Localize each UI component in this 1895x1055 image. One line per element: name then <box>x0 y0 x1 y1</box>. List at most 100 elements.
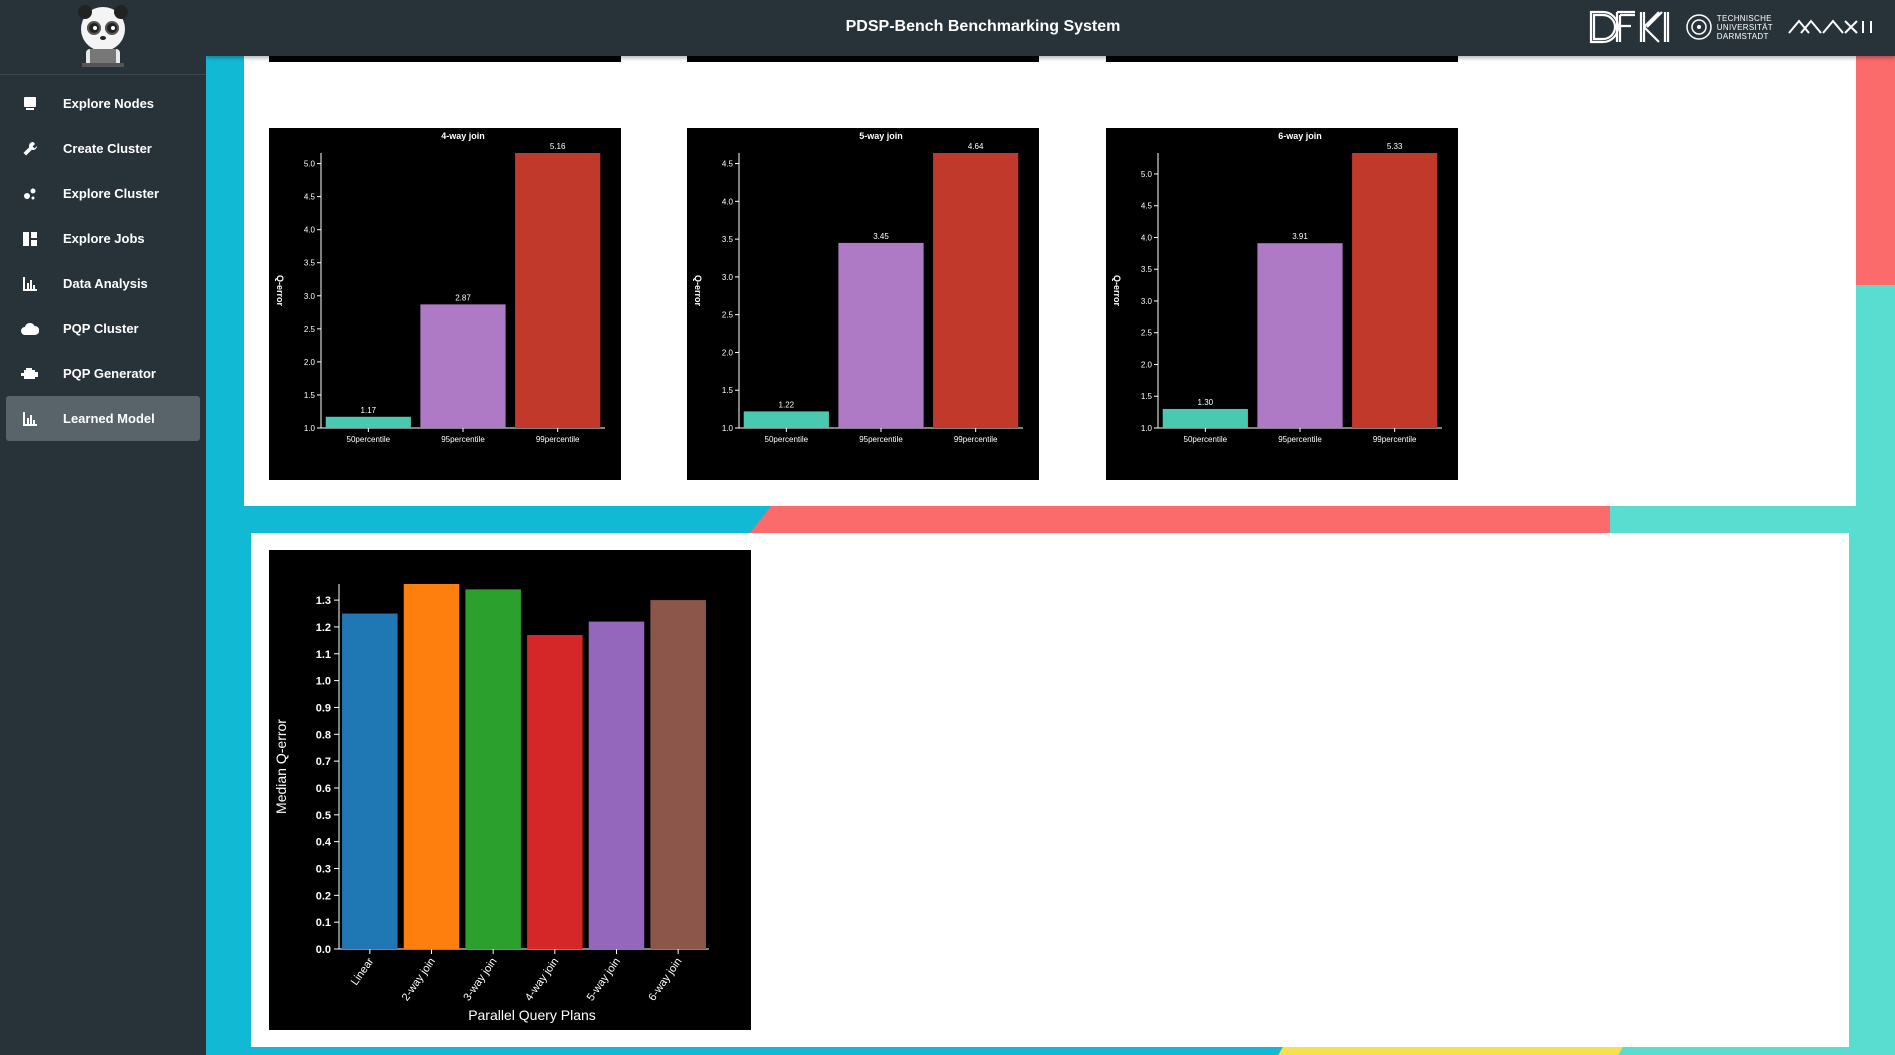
y-tick-label: 3.0 <box>1141 297 1153 306</box>
sidebar-item-label: Explore Jobs <box>63 231 145 246</box>
sidebar-item-label: Learned Model <box>63 411 155 426</box>
median-q-error-chart: 0.0 0.1 0.2 0.3 0.4 0.5 0.6 0.7 0.8 0.9 1.0 1.1 1.2 1… <box>269 550 751 1030</box>
bar <box>342 613 398 949</box>
median-chart-panel: 0.0 0.1 0.2 0.3 0.4 0.5 0.6 0.7 0.8 0.9 1.0 1.1 1.2 1… <box>251 533 1849 1047</box>
sidebar-item-pqp-generator[interactable]: PQP Generator <box>6 351 200 396</box>
chart-title: 6-way join <box>1278 131 1322 141</box>
y-tick-label: 1.5 <box>722 386 734 395</box>
cloud-icon <box>20 320 40 338</box>
bar <box>1257 243 1343 428</box>
bubbles-icon <box>20 185 40 203</box>
y-tick-label: 0.1 <box>316 917 331 929</box>
y-tick-label: 2.5 <box>722 311 734 320</box>
bar <box>650 600 706 949</box>
bar <box>743 411 829 428</box>
x-tick-label: 5-way join <box>585 956 623 1003</box>
bar-value-label: 1.17 <box>361 406 377 415</box>
y-tick-label: 2.0 <box>722 348 734 357</box>
x-tick-label: 50percentile <box>1184 435 1228 444</box>
x-tick-label: 6-way join <box>646 956 684 1003</box>
tu-text-line: UNIVERSITÄT <box>1716 22 1773 32</box>
y-tick-label: 1.1 <box>316 649 331 661</box>
tu-seal-icon <box>1686 14 1712 40</box>
bar-value-label: 2.87 <box>455 293 471 302</box>
bar <box>588 621 645 949</box>
sidebar-item-create-cluster[interactable]: Create Cluster <box>6 126 200 171</box>
bar-value-label: 1.30 <box>1198 398 1214 407</box>
bar <box>1352 153 1438 428</box>
sidebar-item-explore-jobs[interactable]: Explore Jobs <box>6 216 200 261</box>
sidebar-item-label: Create Cluster <box>63 141 152 156</box>
bar <box>325 416 411 428</box>
y-tick-label: 4.5 <box>722 160 734 169</box>
y-tick-label: 2.5 <box>1141 329 1153 338</box>
chart-6-way-join: 6-way join 1.0 1.5 2.0 2.5 3.0 3.5 4.0 4.5 5.0 Q-e… <box>1106 128 1458 480</box>
bar <box>1162 408 1248 428</box>
app-title: PDSP-Bench Benchmarking System <box>845 18 1121 35</box>
y-axis-label: Q-error <box>1112 275 1122 307</box>
bar <box>515 153 601 428</box>
chart-4-way-join: 4-way join 1.0 1.5 2.0 2.5 3.0 3.5 4.0 4.5 5.0 Q-e… <box>269 128 621 480</box>
y-tick-label: 0.7 <box>316 756 331 768</box>
y-tick-label: 3.5 <box>1141 265 1153 274</box>
y-tick-label: 5.0 <box>304 160 316 169</box>
y-tick-label: 0.2 <box>316 890 331 902</box>
y-tick-label: 1.0 <box>304 424 316 433</box>
sidebar-item-learned-model[interactable]: Learned Model <box>6 396 200 441</box>
x-tick-label: 95percentile <box>859 435 903 444</box>
bar <box>933 153 1019 428</box>
panda-mascot-icon <box>78 5 128 67</box>
bar <box>420 304 506 428</box>
tu-text-line: TECHNISCHE <box>1716 13 1772 23</box>
y-tick-label: 3.5 <box>722 235 734 244</box>
y-tick-label: 0.3 <box>316 863 331 875</box>
y-tick-label: 1.3 <box>316 595 331 607</box>
sidebar-item-explore-cluster[interactable]: Explore Cluster <box>6 171 200 216</box>
x-tick-label: 99percentile <box>954 435 998 444</box>
bar-value-label: 5.33 <box>1387 142 1403 151</box>
dashboard-icon <box>20 230 40 248</box>
x-tick-label: 99percentile <box>1373 435 1417 444</box>
y-tick-label: 5.0 <box>1141 170 1153 179</box>
background-teal-band <box>1610 505 1895 535</box>
tu-darmstadt-logo: TECHNISCHE UNIVERSITÄT DARMSTADT <box>1685 13 1773 41</box>
top-header: PDSP-Bench Benchmarking System TECHNISCH… <box>206 0 1895 56</box>
sidebar-item-pqp-cluster[interactable]: PQP Cluster <box>6 306 200 351</box>
bar-chart-icon <box>20 410 40 428</box>
y-tick-label: 0.4 <box>316 837 332 849</box>
bar-value-label: 3.91 <box>1292 232 1308 241</box>
bar-value-label: 5.16 <box>550 142 566 151</box>
y-tick-label: 1.0 <box>1141 424 1153 433</box>
maxi-logo <box>1788 19 1872 34</box>
sidebar-logo[interactable] <box>0 0 206 75</box>
x-tick-label: 4-way join <box>523 956 561 1003</box>
bar-value-label: 3.45 <box>873 232 889 241</box>
y-axis-label: Q-error <box>275 275 285 307</box>
x-tick-label: 95percentile <box>441 435 485 444</box>
y-tick-label: 2.5 <box>304 325 316 334</box>
x-tick-label: 95percentile <box>1278 435 1322 444</box>
y-tick-label: 1.5 <box>1141 392 1153 401</box>
background-yellow-band <box>1276 1046 1624 1055</box>
y-tick-label: 2.0 <box>1141 360 1153 369</box>
sidebar-item-label: Data Analysis <box>63 276 148 291</box>
sidebar-item-explore-nodes[interactable]: Explore Nodes <box>6 81 200 126</box>
sidebar-item-label: Explore Nodes <box>63 96 155 111</box>
x-tick-label: 99percentile <box>536 435 580 444</box>
tu-text-line: DARMSTADT <box>1716 31 1769 41</box>
sidebar-item-data-analysis[interactable]: Data Analysis <box>6 261 200 306</box>
y-tick-label: 4.0 <box>722 197 734 206</box>
y-tick-label: 1.0 <box>316 676 331 688</box>
y-tick-label: 0.9 <box>316 702 331 714</box>
wrench-icon <box>20 140 40 158</box>
chart-svg: 4-way join 1.0 1.5 2.0 2.5 3.0 3.5 4.0 4.5 5.0 Q-e… <box>275 131 605 444</box>
chart-title: 4-way join <box>441 131 485 141</box>
chart-svg: 5-way join 1.0 1.5 2.0 2.5 3.0 3.5 4.0 4.5 Q-erro… <box>693 131 1023 444</box>
chart-svg: 6-way join 1.0 1.5 2.0 2.5 3.0 3.5 4.0 4.5 5.0 Q-e… <box>1112 131 1442 444</box>
sidebar-item-label: PQP Generator <box>63 366 156 381</box>
x-tick-label: 3-way join <box>461 956 499 1003</box>
y-tick-label: 3.0 <box>722 273 734 282</box>
bar <box>403 584 460 949</box>
y-tick-label: 3.0 <box>304 292 316 301</box>
y-tick-label: 2.0 <box>304 358 316 367</box>
